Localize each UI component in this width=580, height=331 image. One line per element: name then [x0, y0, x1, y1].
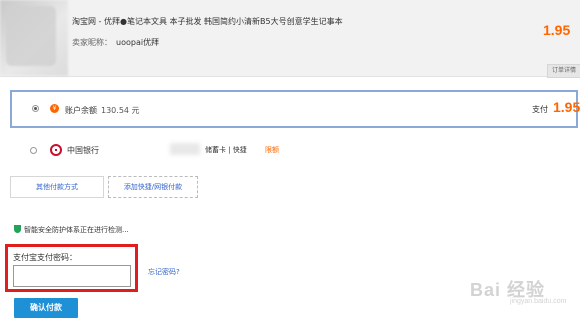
shield-icon [14, 225, 21, 233]
highlight-box [5, 244, 138, 292]
balance-label: 账户余额 [65, 106, 97, 115]
security-text: 智能安全防护体系正在进行检测... [24, 226, 129, 234]
limit-link[interactable]: 限额 [265, 145, 279, 155]
security-status: 智能安全防护体系正在进行检测... [14, 225, 129, 235]
seller-info: 卖家昵称： uoopai优拜 [72, 37, 159, 48]
balance-payment-option[interactable]: ¥ 账户余额 130.54 元 支付 1.95 [10, 90, 580, 128]
seller-label: 卖家昵称： [72, 38, 112, 47]
balance-coin-icon: ¥ [50, 104, 59, 113]
forgot-password-link[interactable]: 忘记密码? [148, 267, 180, 277]
confirm-payment-button[interactable]: 确认付款 [14, 298, 78, 318]
balance-amount: 130.54 元 [101, 106, 140, 115]
baidu-watermark: Bai 经验 jingyan.baidu.com [470, 276, 566, 305]
watermark-brand: Bai 经验 [470, 280, 546, 300]
seller-name: uoopai优拜 [116, 38, 160, 47]
card-number-masked [170, 143, 200, 155]
bank-payment-option[interactable]: 中国银行 储蓄卡 | 快捷 限额 [10, 139, 570, 163]
order-price: 1.95 [543, 22, 571, 38]
watermark-url: jingyan.baidu.com [510, 298, 567, 305]
card-type: 储蓄卡 | 快捷 [205, 146, 247, 154]
pay-amount: 1.95 [553, 99, 580, 115]
product-thumbnail [0, 0, 68, 76]
balance-text: 账户余额 130.54 元 [65, 105, 140, 116]
order-detail-link[interactable]: 订单详情 [547, 64, 580, 78]
order-title: 淘宝网 - 优拜●笔记本文具 本子批发 韩国简约小清新B5大号创意学生记事本 [72, 17, 343, 26]
other-payment-methods-button[interactable]: 其他付款方式 [10, 176, 104, 198]
order-summary-bar: 淘宝网 - 优拜●笔记本文具 本子批发 韩国简约小清新B5大号创意学生记事本 卖… [0, 0, 580, 78]
bank-of-china-icon [50, 144, 62, 156]
bank-name: 中国银行 [67, 146, 99, 155]
balance-radio[interactable] [32, 105, 39, 112]
bank-radio[interactable] [30, 147, 37, 154]
pay-label: 支付 [532, 105, 548, 114]
add-card-button[interactable]: 添加快捷/网银付款 [108, 176, 198, 198]
